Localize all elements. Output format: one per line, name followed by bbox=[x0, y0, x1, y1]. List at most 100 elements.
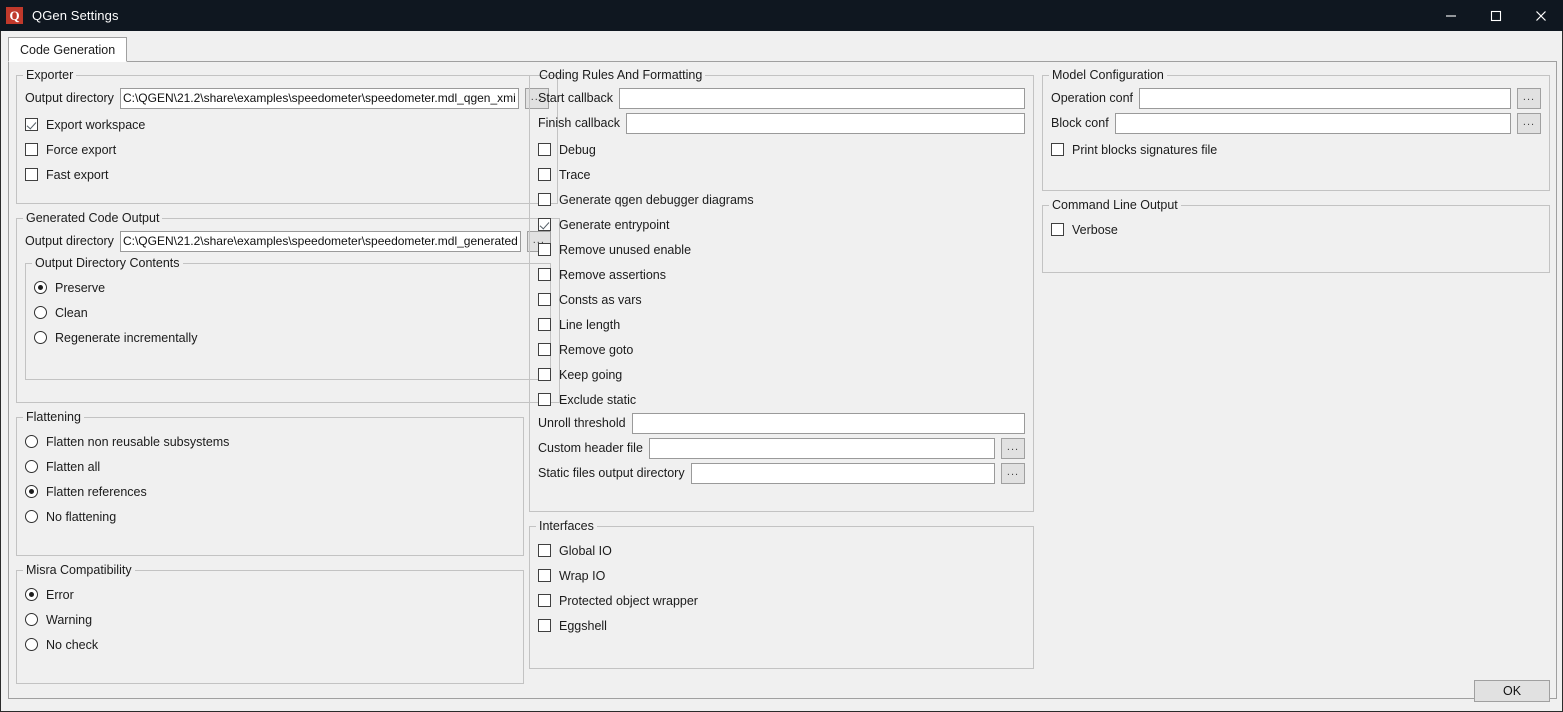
checkbox-verbose-box[interactable] bbox=[1051, 223, 1064, 236]
checkbox-trace[interactable]: Trace bbox=[538, 162, 1025, 187]
close-icon[interactable] bbox=[1518, 0, 1563, 31]
checkbox-verbose[interactable]: Verbose bbox=[1051, 217, 1541, 242]
radio-preserve-circle[interactable] bbox=[34, 281, 47, 294]
checkbox-remove-goto-label: Remove goto bbox=[559, 342, 634, 357]
generated-output-directory-row: Output directory C:\QGEN\21.2\share\exam… bbox=[25, 230, 551, 252]
checkbox-export-workspace[interactable]: Export workspace bbox=[25, 112, 549, 137]
checkbox-global-io-box[interactable] bbox=[538, 544, 551, 557]
group-generated-code-output: Generated Code Output Output directory C… bbox=[16, 212, 560, 403]
exporter-output-directory-input[interactable]: C:\QGEN\21.2\share\examples\speedometer\… bbox=[119, 87, 519, 109]
checkbox-generate-qgen-debugger-diagrams[interactable]: Generate qgen debugger diagrams bbox=[538, 187, 1025, 212]
settings-dialog: Code Generation Exporter Output director… bbox=[0, 31, 1563, 712]
radio-clean[interactable]: Clean bbox=[34, 300, 542, 325]
checkbox-consts-as-vars-box[interactable] bbox=[538, 293, 551, 306]
checkbox-keep-going[interactable]: Keep going bbox=[538, 362, 1025, 387]
radio-flatten-all-circle[interactable] bbox=[25, 460, 38, 473]
minimize-icon[interactable] bbox=[1428, 0, 1473, 31]
checkbox-remove-goto-box[interactable] bbox=[538, 343, 551, 356]
tab-code-generation[interactable]: Code Generation bbox=[8, 37, 128, 62]
checkbox-generate-entrypoint-box[interactable] bbox=[538, 218, 551, 231]
custom-header-file-browse-button[interactable]: ... bbox=[1001, 437, 1025, 459]
block-conf-browse-button[interactable]: ... bbox=[1517, 112, 1541, 134]
operation-conf-row: Operation conf ... bbox=[1051, 87, 1541, 109]
radio-flatten-all[interactable]: Flatten all bbox=[25, 454, 515, 479]
radio-no-flattening[interactable]: No flattening bbox=[25, 504, 515, 529]
checkbox-line-length-box[interactable] bbox=[538, 318, 551, 331]
checkbox-eggshell[interactable]: Eggshell bbox=[538, 613, 1025, 638]
checkbox-remove-goto[interactable]: Remove goto bbox=[538, 337, 1025, 362]
checkbox-line-length[interactable]: Line length bbox=[538, 312, 1025, 337]
checkbox-global-io[interactable]: Global IO bbox=[538, 538, 1025, 563]
checkbox-fast-export-box[interactable] bbox=[25, 168, 38, 181]
checkbox-export-workspace-box[interactable] bbox=[25, 118, 38, 131]
start-callback-label: Start callback bbox=[538, 91, 614, 105]
radio-flatten-non-reusable-subsystems[interactable]: Flatten non reusable subsystems bbox=[25, 429, 515, 454]
tab-panel-code-generation: Exporter Output directory C:\QGEN\21.2\s… bbox=[8, 61, 1557, 699]
group-misra-compatibility: Misra Compatibility Error Warning No che… bbox=[16, 564, 524, 684]
checkbox-trace-box[interactable] bbox=[538, 168, 551, 181]
radio-flatten-non-reusable-subsystems-circle[interactable] bbox=[25, 435, 38, 448]
group-command-line-output: Command Line Output Verbose bbox=[1042, 199, 1550, 273]
generated-output-directory-input[interactable]: C:\QGEN\21.2\share\examples\speedometer\… bbox=[119, 230, 521, 252]
static-files-output-directory-input[interactable] bbox=[690, 462, 995, 484]
checkbox-wrap-io[interactable]: Wrap IO bbox=[538, 563, 1025, 588]
checkbox-exclude-static[interactable]: Exclude static bbox=[538, 387, 1025, 412]
checkbox-debug[interactable]: Debug bbox=[538, 137, 1025, 162]
radio-misra-warning-circle[interactable] bbox=[25, 613, 38, 626]
checkbox-debug-box[interactable] bbox=[538, 143, 551, 156]
ok-button[interactable]: OK bbox=[1474, 680, 1550, 702]
radio-misra-error[interactable]: Error bbox=[25, 582, 515, 607]
radio-misra-error-circle[interactable] bbox=[25, 588, 38, 601]
checkbox-eggshell-box[interactable] bbox=[538, 619, 551, 632]
checkbox-trace-label: Trace bbox=[559, 167, 591, 182]
radio-flatten-references-circle[interactable] bbox=[25, 485, 38, 498]
checkbox-keep-going-box[interactable] bbox=[538, 368, 551, 381]
checkbox-generate-entrypoint-label: Generate entrypoint bbox=[559, 217, 670, 232]
checkbox-remove-unused-enable-label: Remove unused enable bbox=[559, 242, 692, 257]
radio-no-flattening-circle[interactable] bbox=[25, 510, 38, 523]
finish-callback-input[interactable] bbox=[625, 112, 1025, 134]
unroll-threshold-row: Unroll threshold bbox=[538, 412, 1025, 434]
custom-header-file-input[interactable] bbox=[648, 437, 995, 459]
checkbox-remove-assertions-box[interactable] bbox=[538, 268, 551, 281]
checkbox-verbose-label: Verbose bbox=[1072, 222, 1118, 237]
checkbox-protected-object-wrapper-label: Protected object wrapper bbox=[559, 593, 698, 608]
checkbox-consts-as-vars[interactable]: Consts as vars bbox=[538, 287, 1025, 312]
radio-misra-no-check[interactable]: No check bbox=[25, 632, 515, 657]
checkbox-protected-object-wrapper[interactable]: Protected object wrapper bbox=[538, 588, 1025, 613]
start-callback-input[interactable] bbox=[619, 87, 1025, 109]
radio-regenerate-incrementally[interactable]: Regenerate incrementally bbox=[34, 325, 542, 350]
checkbox-wrap-io-box[interactable] bbox=[538, 569, 551, 582]
maximize-icon[interactable] bbox=[1473, 0, 1518, 31]
checkbox-remove-unused-enable[interactable]: Remove unused enable bbox=[538, 237, 1025, 262]
checkbox-generate-entrypoint[interactable]: Generate entrypoint bbox=[538, 212, 1025, 237]
checkbox-force-export-box[interactable] bbox=[25, 143, 38, 156]
checkbox-generate-qgen-debugger-diagrams-box[interactable] bbox=[538, 193, 551, 206]
static-files-output-directory-label: Static files output directory bbox=[538, 466, 685, 480]
operation-conf-browse-button[interactable]: ... bbox=[1517, 87, 1541, 109]
unroll-threshold-input[interactable] bbox=[631, 412, 1025, 434]
operation-conf-input[interactable] bbox=[1139, 87, 1511, 109]
checkbox-eggshell-label: Eggshell bbox=[559, 618, 607, 633]
block-conf-input[interactable] bbox=[1114, 112, 1511, 134]
checkbox-print-blocks-signatures-file-box[interactable] bbox=[1051, 143, 1064, 156]
group-interfaces: Interfaces Global IO Wrap IO Protected o… bbox=[529, 520, 1034, 669]
radio-preserve-label: Preserve bbox=[55, 280, 106, 295]
static-files-output-directory-browse-button[interactable]: ... bbox=[1001, 462, 1025, 484]
checkbox-force-export[interactable]: Force export bbox=[25, 137, 549, 162]
radio-misra-warning[interactable]: Warning bbox=[25, 607, 515, 632]
checkbox-exclude-static-box[interactable] bbox=[538, 393, 551, 406]
radio-clean-circle[interactable] bbox=[34, 306, 47, 319]
checkbox-wrap-io-label: Wrap IO bbox=[559, 568, 606, 583]
checkbox-protected-object-wrapper-box[interactable] bbox=[538, 594, 551, 607]
radio-misra-no-check-circle[interactable] bbox=[25, 638, 38, 651]
checkbox-keep-going-label: Keep going bbox=[559, 367, 623, 382]
radio-flatten-references[interactable]: Flatten references bbox=[25, 479, 515, 504]
radio-preserve[interactable]: Preserve bbox=[34, 275, 542, 300]
checkbox-fast-export[interactable]: Fast export bbox=[25, 162, 549, 187]
radio-flatten-all-label: Flatten all bbox=[46, 459, 101, 474]
checkbox-remove-unused-enable-box[interactable] bbox=[538, 243, 551, 256]
checkbox-remove-assertions[interactable]: Remove assertions bbox=[538, 262, 1025, 287]
radio-regenerate-incrementally-circle[interactable] bbox=[34, 331, 47, 344]
checkbox-print-blocks-signatures-file[interactable]: Print blocks signatures file bbox=[1051, 137, 1541, 162]
